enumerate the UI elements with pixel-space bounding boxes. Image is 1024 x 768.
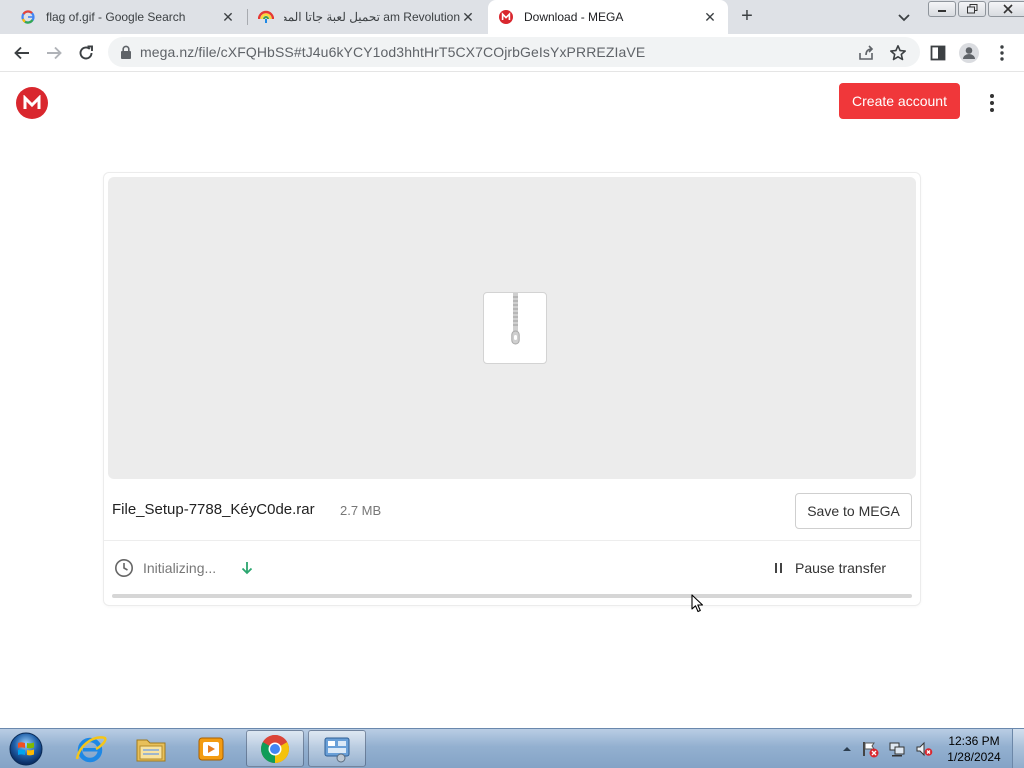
control-panel-icon[interactable] xyxy=(308,730,366,767)
forward-arrow-icon[interactable] xyxy=(44,43,64,63)
file-info-row: File_Setup-7788_KéyC0de.rar 2.7 MB Save … xyxy=(104,479,920,541)
download-progress-bar xyxy=(112,594,912,598)
browser-toolbar: mega.nz/file/cXFQHbSS#tJ4u6kYCY1od3hhtHr… xyxy=(0,34,1024,72)
pause-transfer-button[interactable]: Pause transfer xyxy=(795,560,886,576)
reload-icon[interactable] xyxy=(76,43,96,63)
internet-explorer-icon[interactable] xyxy=(62,730,120,767)
google-icon xyxy=(20,9,36,25)
zip-archive-icon xyxy=(483,292,547,364)
transfer-status: Initializing... xyxy=(143,560,217,576)
save-to-mega-button[interactable]: Save to MEGA xyxy=(795,493,912,529)
new-tab-button[interactable]: + xyxy=(737,6,757,27)
clock-time: 12:36 PM xyxy=(948,734,1000,748)
lock-icon[interactable] xyxy=(120,45,132,59)
close-icon[interactable]: ✕ xyxy=(460,9,476,25)
restore-button[interactable] xyxy=(958,1,986,17)
tab-title: Download - MEGA xyxy=(524,10,624,24)
back-arrow-icon[interactable] xyxy=(12,43,32,63)
volume-muted-icon[interactable] xyxy=(915,740,933,758)
url-text: mega.nz/file/cXFQHbSS#tJ4u6kYCY1od3hhtHr… xyxy=(140,44,646,60)
profile-avatar-icon[interactable] xyxy=(959,43,979,63)
media-player-icon[interactable] xyxy=(182,730,240,767)
mouse-cursor-icon xyxy=(691,594,705,614)
download-arrow-icon xyxy=(240,560,254,576)
file-name: File_Setup-7788_KéyC0de.rar xyxy=(112,501,315,518)
close-icon[interactable]: ✕ xyxy=(220,9,236,25)
address-bar[interactable]: mega.nz/file/cXFQHbSS#tJ4u6kYCY1od3hhtHr… xyxy=(108,37,920,67)
chrome-menu-icon[interactable] xyxy=(992,43,1012,63)
download-card: File_Setup-7788_KéyC0de.rar 2.7 MB Save … xyxy=(103,172,921,606)
tab-google-search[interactable]: flag of.gif - Google Search ✕ xyxy=(10,0,246,34)
mega-logo[interactable] xyxy=(16,87,48,119)
tab-game-revolution[interactable]: am Revolution تحميل لعبة جاتا المصرية ✕ xyxy=(248,0,486,34)
file-size: 2.7 MB xyxy=(340,503,382,518)
action-center-flag-icon[interactable] xyxy=(861,740,879,758)
file-preview-area xyxy=(108,177,916,479)
system-tray xyxy=(842,729,933,768)
pause-icon[interactable] xyxy=(771,561,785,575)
window-controls xyxy=(928,1,1024,17)
chevron-down-icon[interactable] xyxy=(896,9,912,25)
more-options-icon[interactable] xyxy=(983,91,1001,115)
create-account-button[interactable]: Create account xyxy=(839,83,960,119)
windows-taskbar: 12:36 PM 1/28/2024 xyxy=(0,728,1024,768)
clock-icon xyxy=(114,558,134,578)
transfer-status-row: Initializing... Pause transfer xyxy=(104,541,920,593)
show-desktop-button[interactable] xyxy=(1012,729,1024,768)
browser-tab-strip: flag of.gif - Google Search ✕ am Revolut… xyxy=(0,0,1024,34)
windows-explorer-icon[interactable] xyxy=(122,730,180,767)
game-revolution-icon xyxy=(258,9,274,25)
side-panel-icon[interactable] xyxy=(928,43,948,63)
show-hidden-icons-icon[interactable] xyxy=(842,745,852,753)
start-orb[interactable] xyxy=(6,731,46,767)
tab-title: am Revolution تحميل لعبة جاتا المصرية xyxy=(284,10,460,24)
network-icon[interactable] xyxy=(888,740,906,758)
chrome-icon[interactable] xyxy=(246,730,304,767)
clock-date: 1/28/2024 xyxy=(947,750,1001,764)
system-clock[interactable]: 12:36 PM 1/28/2024 xyxy=(940,733,1008,765)
tab-title: flag of.gif - Google Search xyxy=(46,10,186,24)
share-icon[interactable] xyxy=(856,43,876,63)
bookmark-star-icon[interactable] xyxy=(888,43,908,63)
mega-icon xyxy=(498,9,514,25)
tab-mega-download[interactable]: Download - MEGA ✕ xyxy=(488,0,728,34)
close-icon[interactable]: ✕ xyxy=(702,9,718,25)
minimize-button[interactable] xyxy=(928,1,956,17)
close-window-button[interactable] xyxy=(988,1,1024,17)
